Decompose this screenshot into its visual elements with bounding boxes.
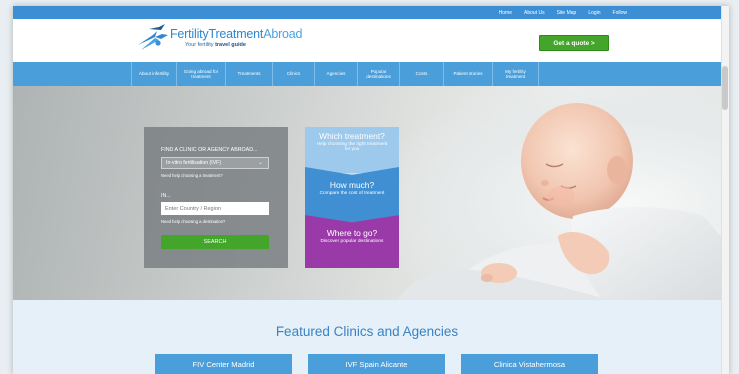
hero-banner: FIND A CLINIC OR AGENCY ABROAD... In-vit…	[13, 86, 721, 300]
utility-links: Home About Us Site Map Login Follow	[499, 6, 627, 19]
nav-patient-stories[interactable]: Patient stories	[444, 62, 493, 86]
where-to-go-tile[interactable]: Where to go? Discover popular destinatio…	[305, 215, 399, 268]
clinic-vistahermosa[interactable]: Clinica Vistahermosa	[461, 354, 598, 374]
link-about-us[interactable]: About Us	[524, 10, 545, 16]
scrollbar-thumb[interactable]	[722, 66, 728, 110]
browser-page: Home About Us Site Map Login Follow Fert…	[13, 6, 729, 374]
clinic-ivf-spain-alicante[interactable]: IVF Spain Alicante	[308, 354, 445, 374]
destination-help-link[interactable]: Need help choosing a destination?	[161, 219, 225, 224]
clinic-search-panel: FIND A CLINIC OR AGENCY ABROAD... In-vit…	[144, 127, 288, 268]
page-scrollbar[interactable]	[721, 6, 729, 374]
nav-popular-destinations[interactable]: Popular destinations	[358, 62, 400, 86]
featured-clinic-list: FIV Center Madrid IVF Spain Alicante Cli…	[155, 354, 598, 374]
tile-title: Where to go?	[326, 228, 378, 238]
tagline-bold: travel guide	[215, 42, 246, 48]
link-home[interactable]: Home	[499, 10, 512, 16]
clinic-fiv-center-madrid[interactable]: FIV Center Madrid	[155, 354, 292, 374]
tile-subtitle: Discover popular destinations	[320, 239, 384, 244]
nav-my-fertility-treatment[interactable]: My fertility treatment	[493, 62, 539, 86]
link-follow[interactable]: Follow	[613, 10, 627, 16]
stork-logo-icon[interactable]	[135, 23, 169, 53]
nav-about-infertility[interactable]: About infertility	[132, 62, 177, 86]
brand-name-part1: Fertility	[170, 27, 209, 41]
tagline-prefix: Your fertility	[185, 42, 216, 48]
nav-treatments[interactable]: Treatments	[226, 62, 273, 86]
in-label: IN...	[161, 193, 171, 199]
nav-costs[interactable]: Costs	[400, 62, 444, 86]
treatment-select-value: In-vitro fertilisation (IVF)	[166, 160, 222, 166]
how-much-tile[interactable]: How much? Compare the cost of treatment	[305, 167, 399, 223]
brand-name-part2: Treatment	[208, 27, 264, 41]
search-heading: FIND A CLINIC OR AGENCY ABROAD...	[161, 147, 258, 153]
treatment-help-link[interactable]: Need help choosing a treatment?	[161, 173, 223, 178]
tile-subtitle: Help choosing the right treatment for yo…	[316, 142, 388, 153]
featured-section: Featured Clinics and Agencies FIV Center…	[13, 300, 721, 374]
utility-bar: Home About Us Site Map Login Follow	[13, 6, 721, 19]
brand-name[interactable]: FertilityTreatmentAbroad	[170, 27, 302, 41]
brand-tagline: Your fertility travel guide	[185, 42, 246, 48]
nav-clinics[interactable]: Clinics	[273, 62, 315, 86]
destination-input[interactable]: Enter Country / Region	[161, 202, 269, 215]
main-nav: About infertility Going abroad for treat…	[13, 62, 721, 86]
which-treatment-tile[interactable]: Which treatment? Help choosing the right…	[305, 127, 399, 173]
link-site-map[interactable]: Site Map	[557, 10, 577, 16]
tile-title: Which treatment?	[319, 131, 385, 141]
nav-going-abroad[interactable]: Going abroad for treatment	[177, 62, 226, 86]
site-header: FertilityTreatmentAbroad Your fertility …	[13, 19, 721, 62]
chevron-down-icon: ⌄	[257, 160, 263, 166]
search-button[interactable]: SEARCH	[161, 235, 269, 249]
nav-agencies[interactable]: Agencies	[315, 62, 358, 86]
tile-subtitle: Compare the cost of treatment	[319, 191, 385, 196]
brand-name-part3: Abroad	[263, 27, 303, 41]
treatment-select[interactable]: In-vitro fertilisation (IVF) ⌄	[161, 157, 269, 169]
link-login[interactable]: Login	[588, 10, 600, 16]
featured-title: Featured Clinics and Agencies	[275, 324, 459, 339]
guide-tiles: Which treatment? Help choosing the right…	[305, 127, 399, 268]
tile-title: How much?	[329, 180, 375, 190]
get-a-quote-button[interactable]: Get a quote >	[539, 35, 609, 51]
